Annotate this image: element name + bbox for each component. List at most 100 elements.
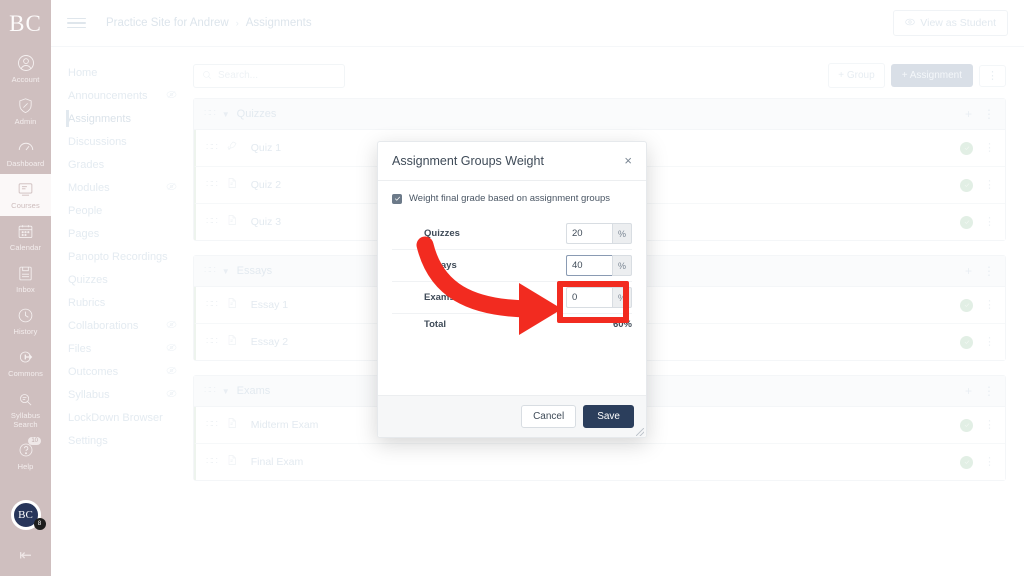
global-nav-item-admin[interactable]: Admin [0, 90, 51, 132]
course-nav-item-settings[interactable]: Settings [51, 429, 191, 452]
global-nav-item-syllabus-search[interactable]: Syllabus Search [0, 384, 51, 435]
course-nav-item-panopto-recordings[interactable]: Panopto Recordings [51, 245, 191, 268]
breadcrumb-course[interactable]: Practice Site for Andrew [106, 17, 229, 29]
assignment-kebab-icon[interactable]: ⋮ [984, 336, 995, 348]
add-assignment-button[interactable]: + Assignment [890, 64, 973, 87]
course-nav-item-discussions[interactable]: Discussions [51, 130, 191, 153]
drag-handle-icon[interactable]: ∷∷ [206, 180, 218, 190]
drag-handle-icon[interactable]: ∷∷ [204, 109, 216, 119]
drag-handle-icon[interactable]: ∷∷ [206, 300, 218, 310]
global-navigation: BC Account Admin Dashboard Courses Calen… [0, 0, 51, 576]
user-avatar-wrap[interactable]: BC 8 [10, 500, 46, 530]
global-nav-item-calendar[interactable]: Calendar [0, 216, 51, 258]
course-nav-label: Syllabus [68, 388, 110, 401]
global-nav-item-inbox[interactable]: Inbox [0, 258, 51, 300]
assignment-kebab-icon[interactable]: ⋮ [984, 299, 995, 311]
global-nav-item-courses[interactable]: Courses [0, 174, 51, 216]
add-group-button[interactable]: + Group [828, 63, 885, 88]
group-kebab-icon[interactable]: ⋮ [983, 107, 995, 121]
course-nav-item-syllabus[interactable]: Syllabus [51, 383, 191, 406]
global-nav-item-commons[interactable]: Commons [0, 342, 51, 384]
published-check-icon[interactable] [960, 335, 973, 349]
global-nav-label: Account [11, 75, 40, 84]
course-nav-item-modules[interactable]: Modules [51, 176, 191, 199]
drag-handle-icon[interactable]: ∷∷ [204, 266, 216, 276]
weight-group-label: Essays [424, 260, 457, 271]
assignments-options-kebab[interactable]: ⋮ [979, 64, 1006, 87]
view-as-student-button[interactable]: View as Student [893, 10, 1008, 36]
assignment-row-actions: ⋮ [960, 298, 995, 312]
checkbox-checked-icon[interactable] [392, 193, 402, 204]
global-nav-item-help[interactable]: 10 Help [0, 435, 51, 477]
cancel-button[interactable]: Cancel [521, 405, 577, 428]
course-nav-item-files[interactable]: Files [51, 337, 191, 360]
assignment-kebab-icon[interactable]: ⋮ [984, 216, 995, 228]
course-nav-item-pages[interactable]: Pages [51, 222, 191, 245]
chevron-down-icon[interactable]: ▼ [222, 387, 230, 396]
chevron-down-icon[interactable]: ▼ [222, 110, 230, 119]
drag-handle-icon[interactable]: ∷∷ [206, 143, 218, 153]
search-icon [202, 67, 212, 85]
save-button[interactable]: Save [583, 405, 634, 428]
published-check-icon[interactable] [960, 298, 973, 312]
total-label: Total [424, 319, 446, 330]
commons-icon [0, 347, 51, 367]
drag-handle-icon[interactable]: ∷∷ [206, 420, 218, 430]
course-nav-item-quizzes[interactable]: Quizzes [51, 268, 191, 291]
course-nav-item-rubrics[interactable]: Rubrics [51, 291, 191, 314]
assignment-kebab-icon[interactable]: ⋮ [984, 419, 995, 431]
course-nav-item-grades[interactable]: Grades [51, 153, 191, 176]
weight-final-grade-checkbox-row[interactable]: Weight final grade based on assignment g… [392, 193, 632, 204]
course-nav-item-collaborations[interactable]: Collaborations [51, 314, 191, 337]
course-nav-item-people[interactable]: People [51, 199, 191, 222]
global-nav-item-history[interactable]: History [0, 300, 51, 342]
assignment-name: Quiz 3 [250, 216, 282, 228]
course-nav-item-lockdown-browser[interactable]: LockDown Browser [51, 406, 191, 429]
global-nav-item-dashboard[interactable]: Dashboard [0, 132, 51, 174]
essays-weight-input[interactable] [566, 255, 612, 276]
hamburger-icon[interactable] [67, 15, 86, 32]
chevron-down-icon[interactable]: ▼ [222, 267, 230, 276]
help-icon: 10 [0, 437, 51, 460]
assignment-kebab-icon[interactable]: ⋮ [984, 456, 995, 468]
help-badge: 10 [28, 437, 41, 445]
assignment-kebab-icon[interactable]: ⋮ [984, 179, 995, 191]
breadcrumb: Practice Site for Andrew › Assignments [106, 17, 312, 29]
course-nav-item-outcomes[interactable]: Outcomes [51, 360, 191, 383]
collapse-nav-icon[interactable]: ⇤ [19, 546, 32, 564]
quizzes-weight-input[interactable] [566, 223, 612, 244]
drag-handle-icon[interactable]: ∷∷ [206, 457, 218, 467]
published-check-icon[interactable] [960, 418, 973, 432]
exams-weight-input[interactable] [566, 287, 612, 308]
assignment-row[interactable]: ∷∷ Final Exam ⋮ [194, 444, 1005, 480]
global-nav-item-account[interactable]: Account [0, 48, 51, 90]
course-nav-label: People [68, 204, 103, 217]
group-kebab-icon[interactable]: ⋮ [983, 264, 995, 278]
app-root: BC Account Admin Dashboard Courses Calen… [0, 0, 1024, 576]
search-placeholder: Search... [218, 70, 259, 81]
history-clock-icon [0, 305, 51, 325]
add-assignment-to-group-icon[interactable]: + [965, 107, 972, 121]
drag-handle-icon[interactable]: ∷∷ [206, 337, 218, 347]
group-kebab-icon[interactable]: ⋮ [983, 384, 995, 398]
add-assignment-to-group-icon[interactable]: + [965, 264, 972, 278]
drag-handle-icon[interactable]: ∷∷ [204, 386, 216, 396]
assignment-kebab-icon[interactable]: ⋮ [984, 142, 995, 154]
weight-input-group: % [566, 223, 632, 244]
course-nav-item-home[interactable]: Home [51, 61, 191, 84]
course-nav-item-announcements[interactable]: Announcements [51, 84, 191, 107]
search-input[interactable]: Search... [193, 63, 345, 88]
avatar-badge: 8 [33, 518, 46, 530]
course-nav-label: Rubrics [68, 296, 106, 309]
drag-handle-icon[interactable]: ∷∷ [206, 217, 218, 227]
add-assignment-to-group-icon[interactable]: + [965, 384, 972, 398]
published-check-icon[interactable] [960, 178, 973, 192]
assignment-row-actions: ⋮ [960, 455, 995, 469]
close-icon[interactable]: × [624, 154, 632, 167]
course-nav-item-assignments[interactable]: Assignments [51, 107, 191, 130]
published-check-icon[interactable] [960, 215, 973, 229]
published-check-icon[interactable] [960, 141, 973, 155]
resize-grip[interactable] [636, 428, 644, 436]
published-check-icon[interactable] [960, 455, 973, 469]
breadcrumb-page[interactable]: Assignments [246, 17, 312, 29]
